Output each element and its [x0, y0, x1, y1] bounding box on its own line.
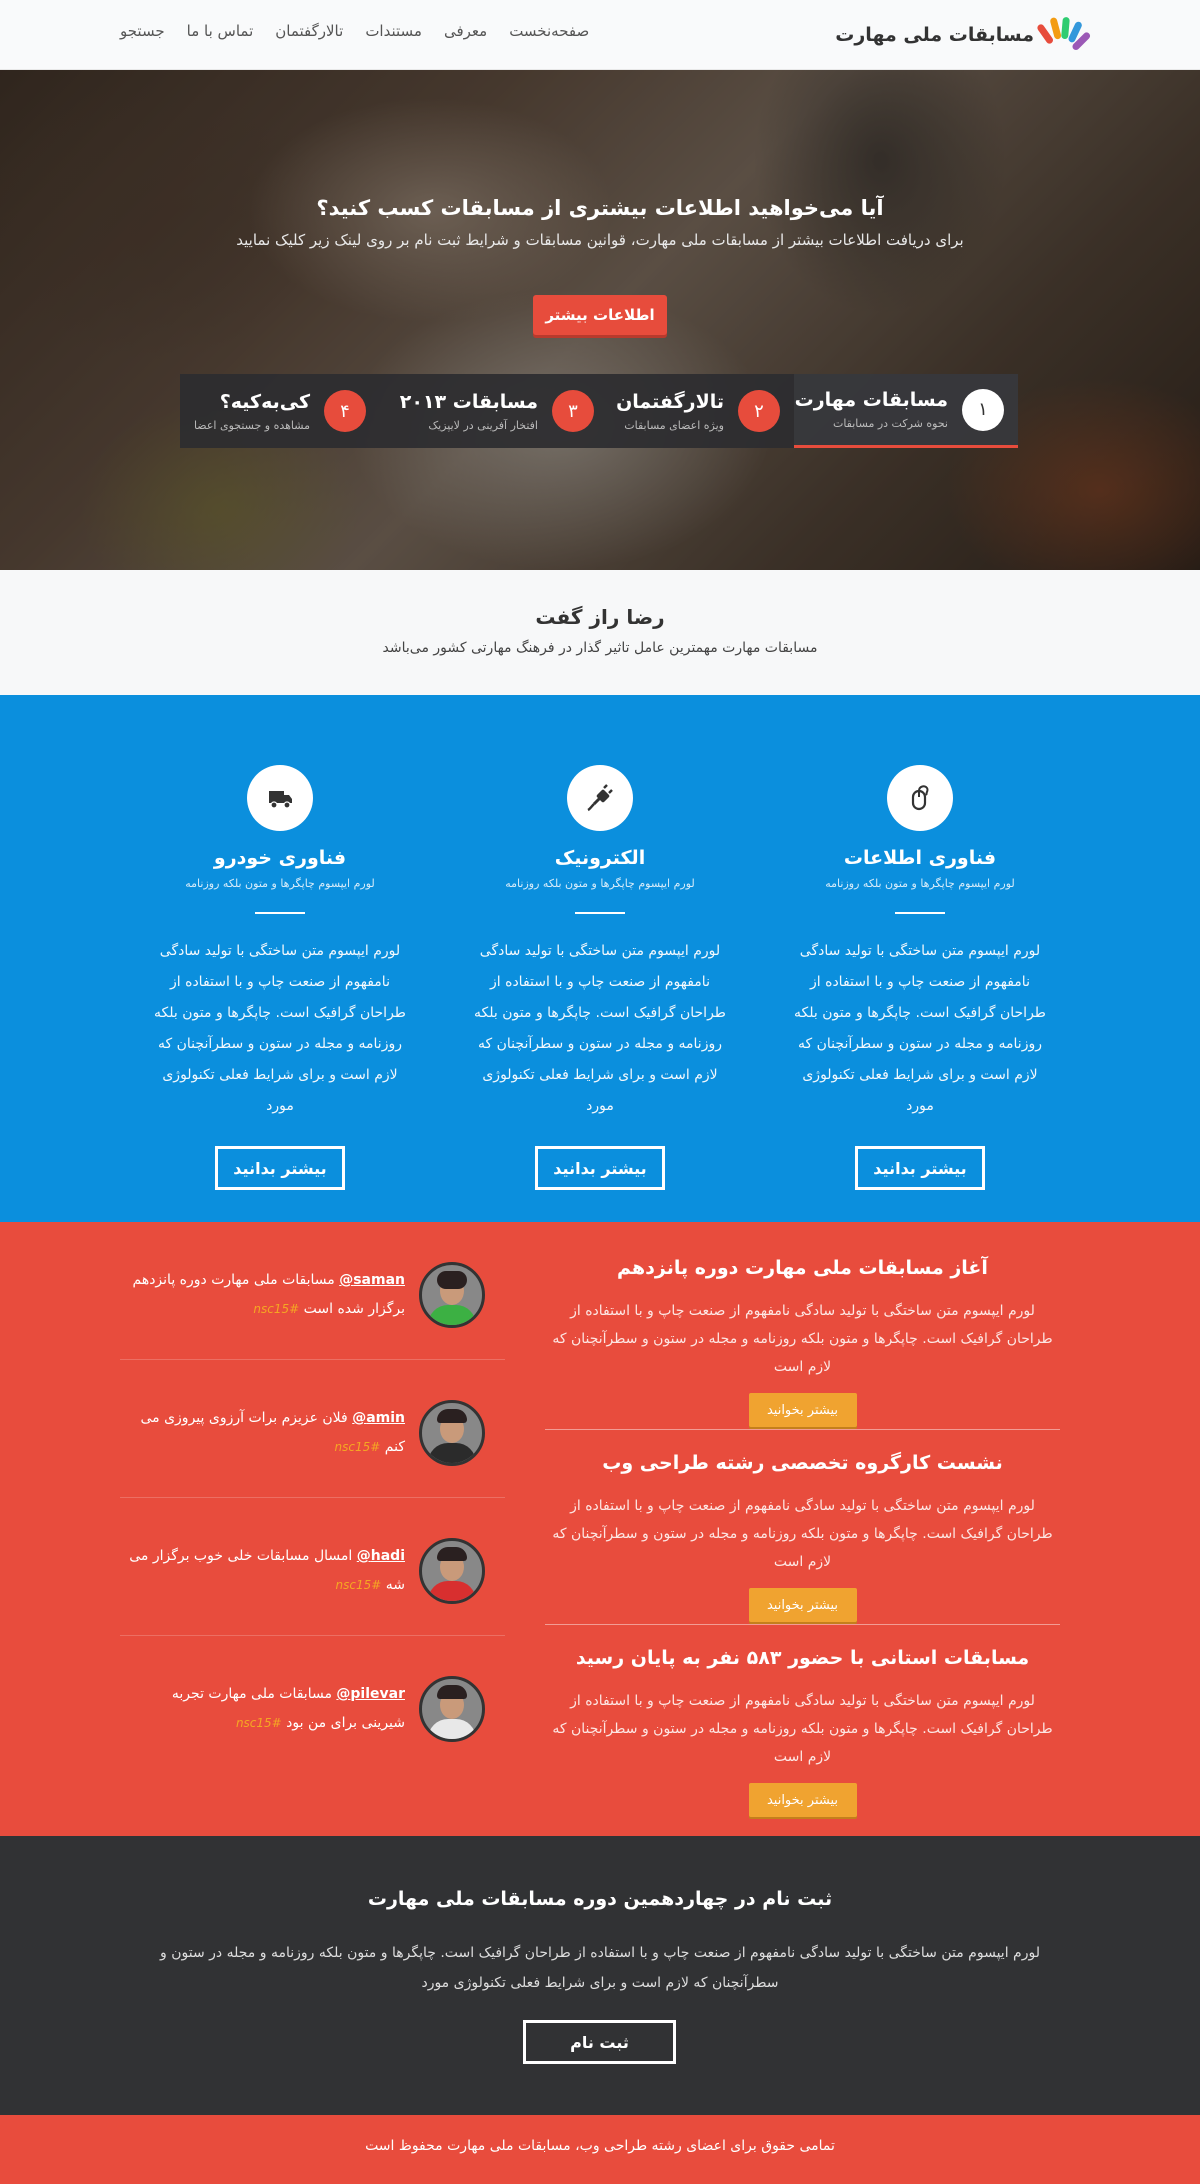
service-description: لورم ایپسوم متن ساختگی با تولید سادگی نا…: [154, 943, 406, 1114]
mouse-icon: [887, 765, 953, 831]
hero-section: آیا می‌خواهید اطلاعات بیشتری از مسابقات …: [0, 70, 1200, 570]
hero-title: آیا می‌خواهید اطلاعات بیشتری از مسابقات …: [316, 196, 884, 220]
service-subtitle: لورم ایپسوم چاپگرها و متون بلکه روزنامه: [505, 877, 695, 890]
quote-title: رضا راز گفت: [535, 605, 665, 629]
tweet-item: hadi@ امسال مسابقات خلی خوب برگزار می شه…: [120, 1498, 505, 1636]
register-section: ثبت نام در چهاردهمین دوره مسابقات ملی مه…: [0, 1836, 1200, 2115]
tweet-username[interactable]: pilevar@: [336, 1686, 405, 1702]
service-title: فناوری اطلاعات: [843, 847, 997, 869]
hero-subtitle: برای دریافت اطلاعات بیشتر از مسابقات ملی…: [236, 231, 964, 249]
tweet-item: pilevar@ مسابقات ملی مهارت تجربه شیرینی …: [120, 1636, 505, 1774]
tweet-text: amin@ فلان عزیزم برات آرزوی پیروزی می کن…: [125, 1404, 405, 1462]
nav-about[interactable]: معرفی: [444, 22, 487, 40]
step-item-competitions[interactable]: ۱ مسابقات مهارت نحوه شرکت در مسابقات: [794, 374, 1018, 448]
service-divider: [575, 912, 625, 914]
tweet-text: saman@ مسابقات ملی مهارت دوره پانزدهم بر…: [125, 1266, 406, 1324]
learn-more-button[interactable]: بیشتر بدانید: [535, 1146, 665, 1190]
service-card-it: فناوری اطلاعات لورم ایپسوم چاپگرها و متو…: [770, 765, 1070, 1190]
nav-home[interactable]: صفحه‌نخست: [509, 22, 589, 40]
tweet-hashtag[interactable]: #nsc15: [253, 1302, 299, 1316]
tweet-item: amin@ فلان عزیزم برات آرزوی پیروزی می کن…: [120, 1360, 505, 1498]
service-description: لورم ایپسوم متن ساختگی با تولید سادگی نا…: [794, 943, 1046, 1114]
register-button[interactable]: ثبت نام: [523, 2020, 676, 2064]
service-title: فناوری خودرو: [213, 847, 347, 869]
service-subtitle: لورم ایپسوم چاپگرها و متون بلکه روزنامه: [185, 877, 375, 890]
step-desc: مشاهده و جستجوی اعضا: [193, 418, 310, 432]
services-section: فناوری اطلاعات لورم ایپسوم چاپگرها و متو…: [0, 695, 1200, 1222]
service-divider: [895, 912, 945, 914]
step-title: کی‌به‌کیه؟: [219, 390, 310, 413]
step-desc: نحوه شرکت در مسابقات: [832, 417, 948, 430]
service-subtitle: لورم ایپسوم چاپگرها و متون بلکه روزنامه: [825, 877, 1015, 890]
nav-forum[interactable]: تالارگفتمان: [275, 22, 343, 40]
more-info-button[interactable]: اطلاعات بیشتر: [533, 295, 667, 335]
nav-contact[interactable]: تماس با ما: [187, 22, 254, 40]
step-desc: افتخار آفرینی در لایپزیک: [428, 418, 538, 432]
article-divider: [545, 1429, 1060, 1430]
avatar: [419, 1400, 485, 1466]
tweet-hashtag[interactable]: #nsc15: [236, 1716, 282, 1730]
step-number: ۳: [552, 390, 594, 432]
register-description: لورم ایپسوم متن ساختگی با تولید سادگی نا…: [160, 1945, 1040, 1991]
service-card-automotive: فناوری خودرو لورم ایپسوم چاپگرها و متون …: [130, 765, 430, 1190]
news-article: نشست کارگروه تخصصی رشته طراحی وب لورم ای…: [545, 1452, 1060, 1622]
steps-bar: ۱ مسابقات مهارت نحوه شرکت در مسابقات ۲ ت…: [180, 374, 1018, 448]
plug-icon: [567, 765, 633, 831]
article-body: لورم ایپسوم متن ساختگی با تولید سادگی نا…: [552, 1693, 1053, 1765]
register-title: ثبت نام در چهاردهمین دوره مسابقات ملی مه…: [367, 1888, 833, 1910]
copyright-text: تمامی حقوق برای اعضای رشته طراحی وب، مسا…: [365, 2138, 835, 2154]
avatar: [419, 1262, 485, 1328]
step-number: ۲: [738, 390, 780, 432]
tweet-hashtag[interactable]: #nsc15: [336, 1578, 382, 1592]
step-title: تالارگفتمان: [616, 390, 724, 413]
tweet-username[interactable]: saman@: [339, 1272, 405, 1288]
main-menu: صفحه‌نخست معرفی مستندات تالارگفتمان تماس…: [120, 22, 589, 40]
tweet-hashtag[interactable]: #nsc15: [335, 1440, 381, 1454]
step-desc: ویژه اعضای مسابقات: [624, 418, 724, 432]
service-divider: [255, 912, 305, 914]
hands-logo-icon: [1036, 15, 1092, 55]
service-card-electronics: الکترونیک لورم ایپسوم چاپگرها و متون بلک…: [450, 765, 750, 1190]
article-body: لورم ایپسوم متن ساختگی با تولید سادگی نا…: [552, 1498, 1053, 1570]
quote-section: رضا راز گفت مسابقات مهارت مهمترین عامل ت…: [0, 570, 1200, 695]
read-more-button[interactable]: بیشتر بخوانید: [748, 1393, 857, 1427]
truck-icon: [247, 765, 313, 831]
footer: تمامی حقوق برای اعضای رشته طراحی وب، مسا…: [0, 2115, 1200, 2184]
tweet-text: pilevar@ مسابقات ملی مهارت تجربه شیرینی …: [125, 1680, 405, 1738]
article-title[interactable]: آغاز مسابقات ملی مهارت دوره پانزدهم: [545, 1257, 1060, 1279]
learn-more-button[interactable]: بیشتر بدانید: [215, 1146, 345, 1190]
step-title: مسابقات مهارت: [794, 389, 948, 411]
nav-docs[interactable]: مستندات: [365, 22, 422, 40]
read-more-button[interactable]: بیشتر بخوانید: [748, 1588, 857, 1622]
tweet-username[interactable]: amin@: [352, 1410, 405, 1426]
page: مسابقات ملی مهارت صفحه‌نخست معرفی مستندا…: [0, 0, 1200, 2184]
brand-title: مسابقات ملی مهارت: [835, 24, 1034, 46]
article-divider: [545, 1624, 1060, 1625]
news-article: مسابقات استانی با حضور ۵۸۳ نفر به پایان …: [545, 1647, 1060, 1817]
tweet-username[interactable]: hadi@: [357, 1548, 405, 1564]
article-title[interactable]: نشست کارگروه تخصصی رشته طراحی وب: [545, 1452, 1060, 1474]
learn-more-button[interactable]: بیشتر بدانید: [855, 1146, 985, 1190]
step-item-members[interactable]: ۴ کی‌به‌کیه؟ مشاهده و جستجوی اعضا: [180, 374, 380, 448]
read-more-button[interactable]: بیشتر بخوانید: [748, 1783, 857, 1817]
article-title[interactable]: مسابقات استانی با حضور ۵۸۳ نفر به پایان …: [545, 1647, 1060, 1669]
service-title: الکترونیک: [554, 847, 646, 869]
avatar: [419, 1676, 485, 1742]
avatar: [419, 1538, 485, 1604]
tweet-text: hadi@ امسال مسابقات خلی خوب برگزار می شه…: [125, 1542, 405, 1600]
news-section: آغاز مسابقات ملی مهارت دوره پانزدهم لورم…: [0, 1222, 1200, 1836]
step-item-2013[interactable]: ۳ مسابقات ۲۰۱۳ افتخار آفرینی در لایپزیک: [380, 374, 608, 448]
step-title: مسابقات ۲۰۱۳: [399, 390, 538, 413]
tweet-item: saman@ مسابقات ملی مهارت دوره پانزدهم بر…: [120, 1222, 505, 1360]
nav-search[interactable]: جستجو: [120, 22, 165, 40]
article-body: لورم ایپسوم متن ساختگی با تولید سادگی نا…: [552, 1303, 1053, 1375]
step-item-forum[interactable]: ۲ تالارگفتمان ویژه اعضای مسابقات: [608, 374, 794, 448]
brand-logo[interactable]: مسابقات ملی مهارت: [835, 12, 1092, 58]
quote-text: مسابقات مهارت مهمترین عامل تاثیر گذار در…: [382, 640, 818, 656]
news-article: آغاز مسابقات ملی مهارت دوره پانزدهم لورم…: [545, 1257, 1060, 1427]
top-navbar: مسابقات ملی مهارت صفحه‌نخست معرفی مستندا…: [0, 0, 1200, 70]
step-number: ۴: [324, 390, 366, 432]
service-description: لورم ایپسوم متن ساختگی با تولید سادگی نا…: [474, 943, 726, 1114]
step-number: ۱: [962, 388, 1004, 431]
